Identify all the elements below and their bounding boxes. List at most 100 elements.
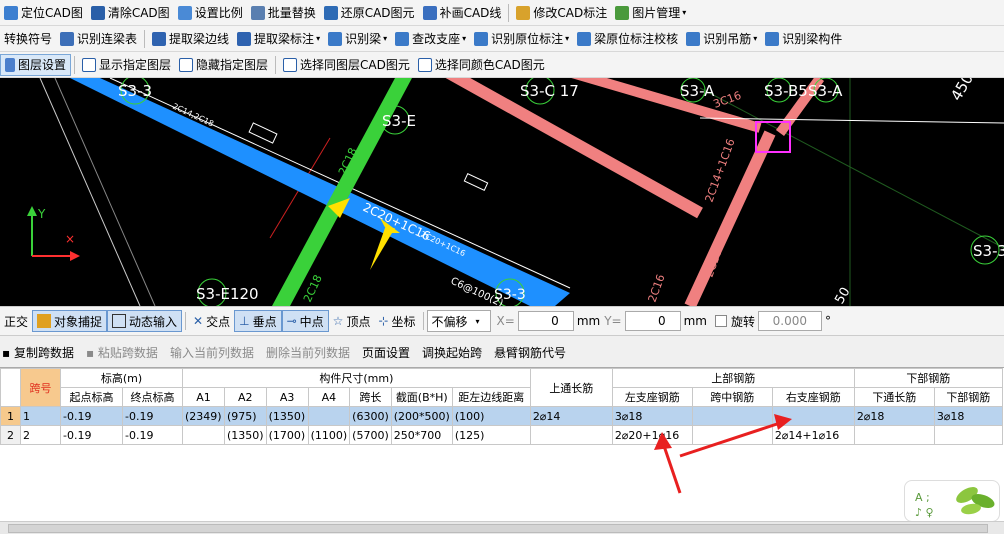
tool-image-manage[interactable]: 图片管理 ▾ xyxy=(611,2,690,24)
cell-right-support[interactable]: 2⌀14+1⌀16 xyxy=(771,425,855,445)
cell-span-length[interactable]: (6300) xyxy=(349,406,392,426)
copy-span-data-button[interactable]: ▪ 复制跨数据 xyxy=(0,344,80,361)
cell-end-elev[interactable]: -0.19 xyxy=(122,406,183,426)
cell-a4[interactable]: (1100) xyxy=(307,425,351,445)
snap-intersection[interactable]: ✕ 交点 xyxy=(189,310,234,332)
tool-set-scale[interactable]: 设置比例 xyxy=(174,2,247,24)
cantilever-code-button[interactable]: 悬臂钢筋代号 xyxy=(488,344,572,361)
tool-show-layer[interactable]: 显示指定图层 xyxy=(78,54,175,76)
tool-recognize-hanger[interactable]: 识别吊筋 ▾ xyxy=(682,28,761,50)
snap-coordinate[interactable]: ⊹ 坐标 xyxy=(374,310,419,332)
cell-left-support[interactable]: 3⌀18 xyxy=(611,406,693,426)
cad-drawing-canvas[interactable]: Y × S3-3 S3-E S3-C 17 S3-A S3-B5 S3-A S3… xyxy=(0,78,1004,306)
beam-rebar-label: 3C16 xyxy=(712,89,743,111)
cell-start-elev[interactable]: -0.19 xyxy=(60,406,123,426)
y-unit: mm xyxy=(683,314,707,328)
swap-start-span-button[interactable]: 调换起始跨 xyxy=(416,344,488,361)
rotate-input[interactable]: 0.000 xyxy=(758,311,822,331)
cell-offset[interactable]: (100) xyxy=(451,406,531,426)
tool-convert-symbol[interactable]: 转换符号 xyxy=(0,28,56,50)
tool-select-same-layer[interactable]: 选择同图层CAD图元 xyxy=(279,54,414,76)
offset-select[interactable]: 不偏移 ▾ xyxy=(426,310,491,332)
cell-bottom-cont[interactable] xyxy=(853,425,935,445)
chevron-down-icon: ▾ xyxy=(682,8,687,17)
tool-extract-beam-label[interactable]: 提取梁标注 ▾ xyxy=(233,28,324,50)
cell-span-length[interactable]: (5700) xyxy=(349,425,392,445)
cell-section[interactable]: 250*700 xyxy=(390,425,453,445)
tool-draw-cad-line[interactable]: 补画CAD线 xyxy=(419,2,506,24)
tool-select-same-color[interactable]: 选择同颜色CAD图元 xyxy=(414,54,549,76)
cell-bottom-bar[interactable]: 3⌀18 xyxy=(933,406,1003,426)
beam-edge-icon xyxy=(152,31,167,46)
toggle-ortho[interactable]: 正交 xyxy=(0,310,32,332)
cell-a1[interactable] xyxy=(182,425,225,445)
input-column-data-button[interactable]: 输入当前列数据 xyxy=(164,344,260,361)
tool-batch-replace[interactable]: 批量替换 xyxy=(247,2,320,24)
tool-recognize-in-situ[interactable]: 识别原位标注 ▾ xyxy=(470,28,573,50)
delete-column-data-button[interactable]: 删除当前列数据 xyxy=(260,344,356,361)
row-number[interactable]: 1 xyxy=(0,406,21,426)
tool-recognize-link-table[interactable]: 识别连梁表 xyxy=(56,28,141,50)
col-left-support: 左支座钢筋 xyxy=(611,387,693,407)
separator xyxy=(275,55,277,74)
cell-top-cont[interactable] xyxy=(529,425,613,445)
tool-recognize-beam-member[interactable]: 识别梁构件 xyxy=(761,28,846,50)
tool-layer-settings[interactable]: 图层设置 xyxy=(0,53,72,76)
row-number[interactable]: 2 xyxy=(0,425,21,445)
cell-mid-span[interactable] xyxy=(691,406,773,426)
beam-blue xyxy=(70,78,570,306)
cell-a1[interactable]: (2349) xyxy=(182,406,225,426)
x-input[interactable]: 0 xyxy=(517,311,574,331)
snap-midpoint[interactable]: ⊸ 中点 xyxy=(281,310,329,332)
toolbar-beam: 转换符号 识别连梁表 提取梁边线 提取梁标注 ▾ 识别梁 ▾ 查改支座 ▾ 识别原位标… xyxy=(0,26,1004,52)
toggle-dynamic-input[interactable]: 动态输入 xyxy=(107,310,183,332)
scrollbar-thumb[interactable] xyxy=(8,524,988,533)
cell-left-support[interactable]: 2⌀20+1⌀16 xyxy=(611,425,693,445)
chevron-down-icon: ▾ xyxy=(316,34,321,43)
cell-a3[interactable]: (1700) xyxy=(265,425,309,445)
tool-modify-cad-label[interactable]: 修改CAD标注 xyxy=(512,2,611,24)
cad-icon xyxy=(417,57,432,72)
replace-icon xyxy=(250,5,265,20)
cell-offset[interactable]: (125) xyxy=(451,425,531,445)
cell-start-elev[interactable]: -0.19 xyxy=(60,425,123,445)
cell-section[interactable]: (200*500) xyxy=(390,406,453,426)
cell-span[interactable]: 2 xyxy=(20,425,61,445)
tool-extract-beam-edge[interactable]: 提取梁边线 xyxy=(148,28,233,50)
red-arrow xyxy=(660,439,682,494)
cell-a2[interactable]: (1350) xyxy=(224,425,267,445)
tool-check-in-situ[interactable]: 梁原位标注校核 xyxy=(573,28,682,50)
beam-rebar-label: 2C16 xyxy=(646,273,668,304)
toggle-object-snap[interactable]: 对象捕捉 xyxy=(32,310,108,332)
cell-a4[interactable] xyxy=(307,406,351,426)
tool-restore-cad[interactable]: 还原CAD图元 xyxy=(320,2,419,24)
cell-a2[interactable]: (975) xyxy=(224,406,267,426)
toolbar-cad: 定位CAD图 清除CAD图 设置比例 批量替换 还原CAD图元 补画CAD线 修… xyxy=(0,0,1004,26)
paste-span-data-button[interactable]: ▪ 粘贴跨数据 xyxy=(80,344,164,361)
tool-check-support[interactable]: 查改支座 ▾ xyxy=(391,28,470,50)
y-input[interactable]: 0 xyxy=(624,311,681,331)
degree-label: ° xyxy=(825,314,831,328)
snap-vertex[interactable]: ☆ 顶点 xyxy=(329,310,375,332)
rotate-checkbox[interactable] xyxy=(714,315,727,327)
cell-right-support[interactable] xyxy=(771,406,855,426)
horizontal-scrollbar[interactable] xyxy=(0,521,1004,534)
cell-span[interactable]: 1 xyxy=(20,406,61,426)
page-setup-button[interactable]: 页面设置 xyxy=(356,344,416,361)
tool-locate-cad[interactable]: 定位CAD图 xyxy=(0,2,87,24)
cell-end-elev[interactable]: -0.19 xyxy=(122,425,183,445)
cell-bottom-bar[interactable] xyxy=(933,425,1003,445)
col-a2: A2 xyxy=(224,387,267,407)
cell-bottom-cont[interactable]: 2⌀18 xyxy=(853,406,935,426)
table-row[interactable]: 1 1 -0.19 -0.19 (2349) (975) (1350) (630… xyxy=(0,406,1003,426)
cell-mid-span[interactable] xyxy=(691,425,773,445)
cell-top-cont[interactable]: 2⌀14 xyxy=(529,406,613,426)
cell-a3[interactable]: (1350) xyxy=(265,406,309,426)
table-row[interactable]: 2 2 -0.19 -0.19 (1350) (1700) (1100) (57… xyxy=(0,425,1003,445)
tool-clear-cad[interactable]: 清除CAD图 xyxy=(87,2,174,24)
tool-recognize-beam[interactable]: 识别梁 ▾ xyxy=(324,28,391,50)
tool-hide-layer[interactable]: 隐藏指定图层 xyxy=(175,54,272,76)
grid-label: S3-3 xyxy=(973,242,1004,260)
grid-line xyxy=(699,87,1004,249)
snap-perpendicular[interactable]: ⊥ 垂点 xyxy=(234,310,282,332)
